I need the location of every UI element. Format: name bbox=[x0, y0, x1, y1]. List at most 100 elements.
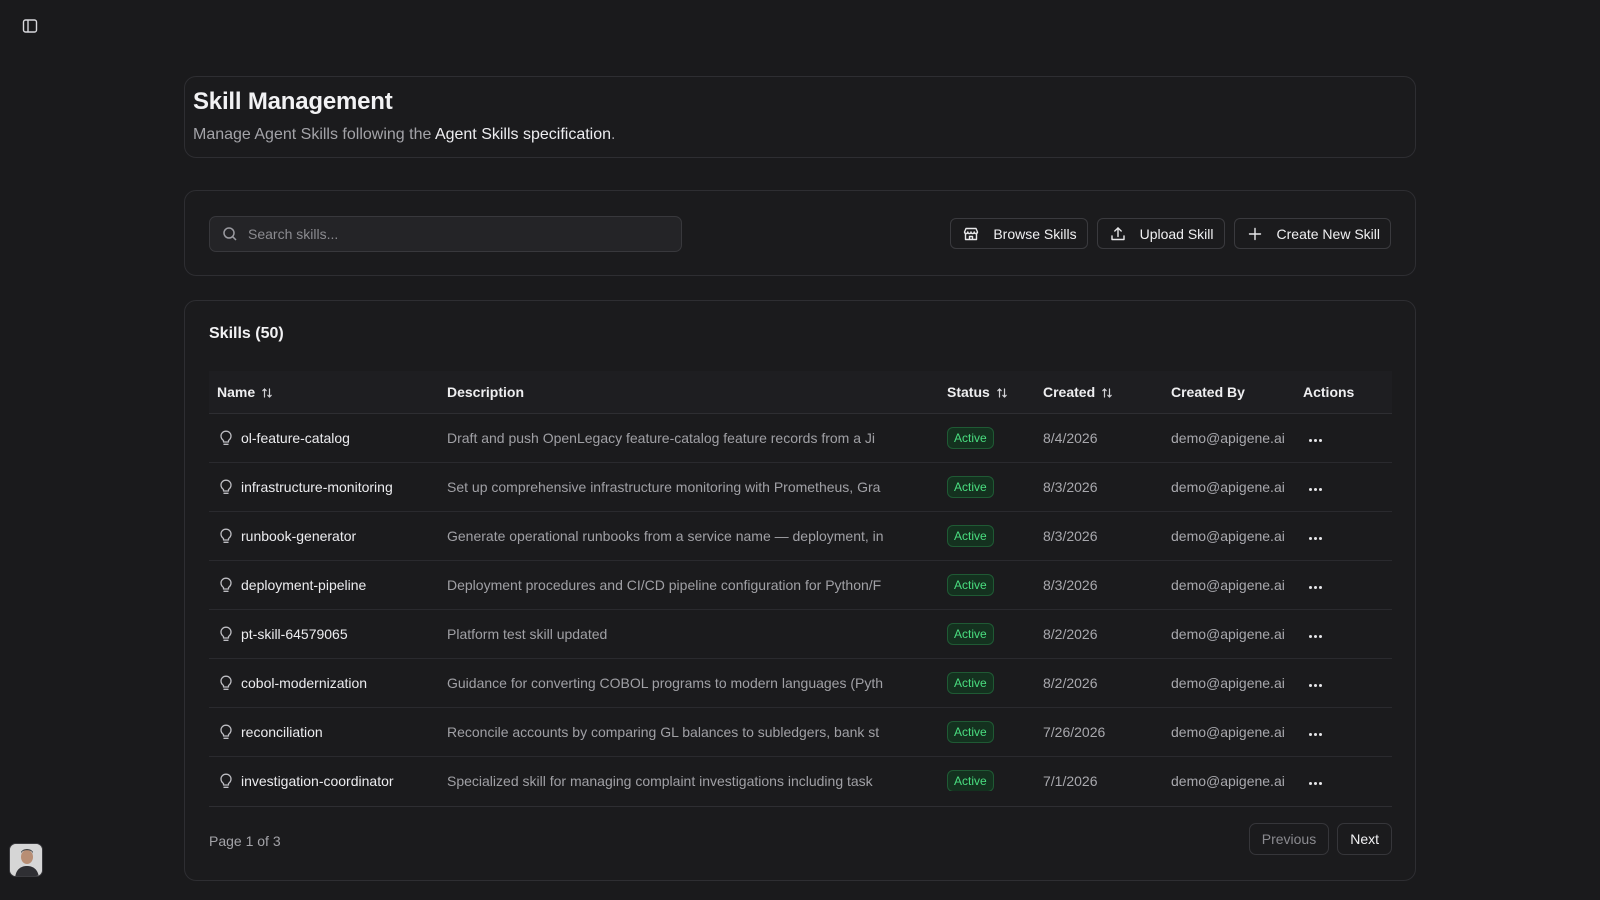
skill-created-by-cell: demo@apigene.ai bbox=[1163, 658, 1295, 707]
status-badge: Active bbox=[947, 769, 994, 791]
skill-created-by-cell: demo@apigene.ai bbox=[1163, 609, 1295, 658]
upload-skill-button[interactable]: Upload Skill bbox=[1096, 218, 1225, 249]
status-badge: Active bbox=[947, 573, 994, 596]
status-badge: Active bbox=[947, 475, 994, 498]
skill-description-cell: Set up comprehensive infrastructure moni… bbox=[439, 462, 939, 511]
browse-skills-button[interactable]: Browse Skills bbox=[950, 218, 1088, 249]
skill-name-cell[interactable]: cobol-modernization bbox=[209, 658, 439, 707]
skill-status-cell: Active bbox=[939, 756, 1035, 791]
skill-name[interactable]: pt-skill-64579065 bbox=[241, 626, 348, 642]
skill-description-cell: Draft and push OpenLegacy feature-catalo… bbox=[439, 413, 939, 462]
skill-name[interactable]: cobol-modernization bbox=[241, 675, 367, 691]
table-row[interactable]: infrastructure-monitoring Set up comprehe… bbox=[209, 462, 1392, 511]
page-title: Skill Management bbox=[193, 88, 393, 115]
more-horizontal-icon[interactable] bbox=[1305, 778, 1326, 789]
subtitle-period: . bbox=[611, 126, 616, 143]
skill-status-cell: Active bbox=[939, 707, 1035, 756]
plus-icon bbox=[1248, 227, 1261, 240]
subtitle-text: Manage Agent Skills following the bbox=[193, 126, 435, 143]
skill-description: Specialized skill for managing complaint… bbox=[447, 772, 873, 789]
skills-table: Name Description Status Created Created … bbox=[209, 371, 1392, 791]
table-row[interactable]: runbook-generator Generate operational ru… bbox=[209, 511, 1392, 560]
skill-description: Deployment procedures and CI/CD pipeline… bbox=[447, 576, 882, 593]
search-box[interactable] bbox=[209, 216, 682, 252]
lightbulb-icon bbox=[220, 430, 232, 445]
column-label-actions: Actions bbox=[1303, 383, 1355, 400]
column-header-name[interactable]: Name bbox=[209, 371, 439, 414]
skill-created-cell: 8/3/2026 bbox=[1035, 511, 1163, 560]
page-subtitle: Manage Agent Skills following the Agent … bbox=[193, 126, 1407, 144]
previous-page-button[interactable]: Previous bbox=[1248, 823, 1330, 855]
skill-name-cell[interactable]: infrastructure-monitoring bbox=[209, 462, 439, 511]
skill-name-cell[interactable]: runbook-generator bbox=[209, 511, 439, 560]
skill-status-cell: Active bbox=[939, 609, 1035, 658]
skill-name[interactable]: investigation-coordinator bbox=[241, 773, 394, 789]
skill-name[interactable]: infrastructure-monitoring bbox=[241, 479, 393, 495]
next-page-button[interactable]: Next bbox=[1337, 823, 1392, 855]
toolbar: Browse Skills Upload Skill Create New Sk… bbox=[184, 190, 1416, 276]
skill-name-cell[interactable]: deployment-pipeline bbox=[209, 560, 439, 609]
skill-description-cell: Specialized skill for managing complaint… bbox=[439, 756, 939, 791]
skill-actions-cell bbox=[1295, 658, 1392, 707]
lightbulb-icon bbox=[220, 528, 232, 543]
skill-created-by-cell: demo@apigene.ai bbox=[1163, 707, 1295, 756]
status-badge: Active bbox=[947, 524, 994, 547]
more-horizontal-icon[interactable] bbox=[1305, 533, 1326, 544]
table-row[interactable]: cobol-modernization Guidance for converti… bbox=[209, 658, 1392, 707]
skill-name[interactable]: reconciliation bbox=[241, 724, 323, 740]
more-horizontal-icon[interactable] bbox=[1305, 435, 1326, 446]
page-header: Skill Management Manage Agent Skills fol… bbox=[184, 76, 1416, 158]
table-body: ol-feature-catalog Draft and push OpenLeg… bbox=[209, 413, 1392, 791]
sort-arrows-icon[interactable] bbox=[1101, 387, 1113, 399]
table-row[interactable]: pt-skill-64579065 Platform test skill upd… bbox=[209, 609, 1392, 658]
skill-name[interactable]: deployment-pipeline bbox=[241, 577, 366, 593]
created-by: demo@apigene.ai bbox=[1171, 576, 1285, 593]
column-header-status[interactable]: Status bbox=[939, 371, 1035, 414]
skill-name[interactable]: ol-feature-catalog bbox=[241, 430, 350, 446]
more-horizontal-icon[interactable] bbox=[1305, 631, 1326, 642]
skill-created-cell: 8/3/2026 bbox=[1035, 560, 1163, 609]
skill-name-cell[interactable]: pt-skill-64579065 bbox=[209, 609, 439, 658]
more-horizontal-icon[interactable] bbox=[1305, 582, 1326, 593]
skill-actions-cell bbox=[1295, 560, 1392, 609]
more-horizontal-icon[interactable] bbox=[1305, 484, 1326, 495]
skill-name-cell[interactable]: reconciliation bbox=[209, 707, 439, 756]
create-skill-button[interactable]: Create New Skill bbox=[1233, 218, 1391, 249]
table-row[interactable]: deployment-pipeline Deployment procedures… bbox=[209, 560, 1392, 609]
created-date: 8/3/2026 bbox=[1043, 576, 1098, 593]
skill-name[interactable]: runbook-generator bbox=[241, 528, 356, 544]
skill-created-by-cell: demo@apigene.ai bbox=[1163, 413, 1295, 462]
table-title: Skills (50) bbox=[209, 325, 284, 342]
search-input[interactable] bbox=[248, 226, 668, 242]
status-badge: Active bbox=[947, 622, 994, 645]
created-date: 8/4/2026 bbox=[1043, 429, 1098, 446]
column-header-created[interactable]: Created bbox=[1035, 371, 1163, 414]
created-date: 8/2/2026 bbox=[1043, 674, 1098, 691]
page-info: Page 1 of 3 bbox=[209, 833, 281, 849]
skill-created-cell: 8/2/2026 bbox=[1035, 609, 1163, 658]
table-scroll-area[interactable]: Name Description Status Created Created … bbox=[209, 371, 1392, 791]
skill-description: Draft and push OpenLegacy feature-catalo… bbox=[447, 429, 876, 446]
created-by: demo@apigene.ai bbox=[1171, 723, 1285, 740]
sort-arrows-icon[interactable] bbox=[261, 387, 273, 399]
skill-name-cell[interactable]: ol-feature-catalog bbox=[209, 413, 439, 462]
sort-arrows-icon[interactable] bbox=[996, 387, 1008, 399]
more-horizontal-icon[interactable] bbox=[1305, 680, 1326, 691]
sidebar-toggle-button[interactable] bbox=[20, 16, 40, 36]
column-label-description: Description bbox=[447, 383, 525, 400]
more-horizontal-icon[interactable] bbox=[1305, 729, 1326, 740]
lightbulb-icon bbox=[220, 626, 232, 641]
sidebar-panel-icon bbox=[22, 19, 38, 33]
toolbar-actions: Browse Skills Upload Skill Create New Sk… bbox=[950, 218, 1391, 249]
user-avatar[interactable] bbox=[9, 843, 43, 877]
search-icon bbox=[223, 227, 237, 241]
table-row[interactable]: investigation-coordinator Specialized ski… bbox=[209, 756, 1392, 791]
skill-name-cell[interactable]: investigation-coordinator bbox=[209, 756, 439, 791]
column-header-created-by: Created By bbox=[1163, 371, 1295, 414]
table-row[interactable]: reconciliation Reconcile accounts by comp… bbox=[209, 707, 1392, 756]
created-by: demo@apigene.ai bbox=[1171, 527, 1285, 544]
spec-link[interactable]: Agent Skills specification bbox=[435, 126, 611, 143]
lightbulb-icon bbox=[220, 577, 232, 592]
table-row[interactable]: ol-feature-catalog Draft and push OpenLeg… bbox=[209, 413, 1392, 462]
created-date: 7/1/2026 bbox=[1043, 772, 1098, 789]
